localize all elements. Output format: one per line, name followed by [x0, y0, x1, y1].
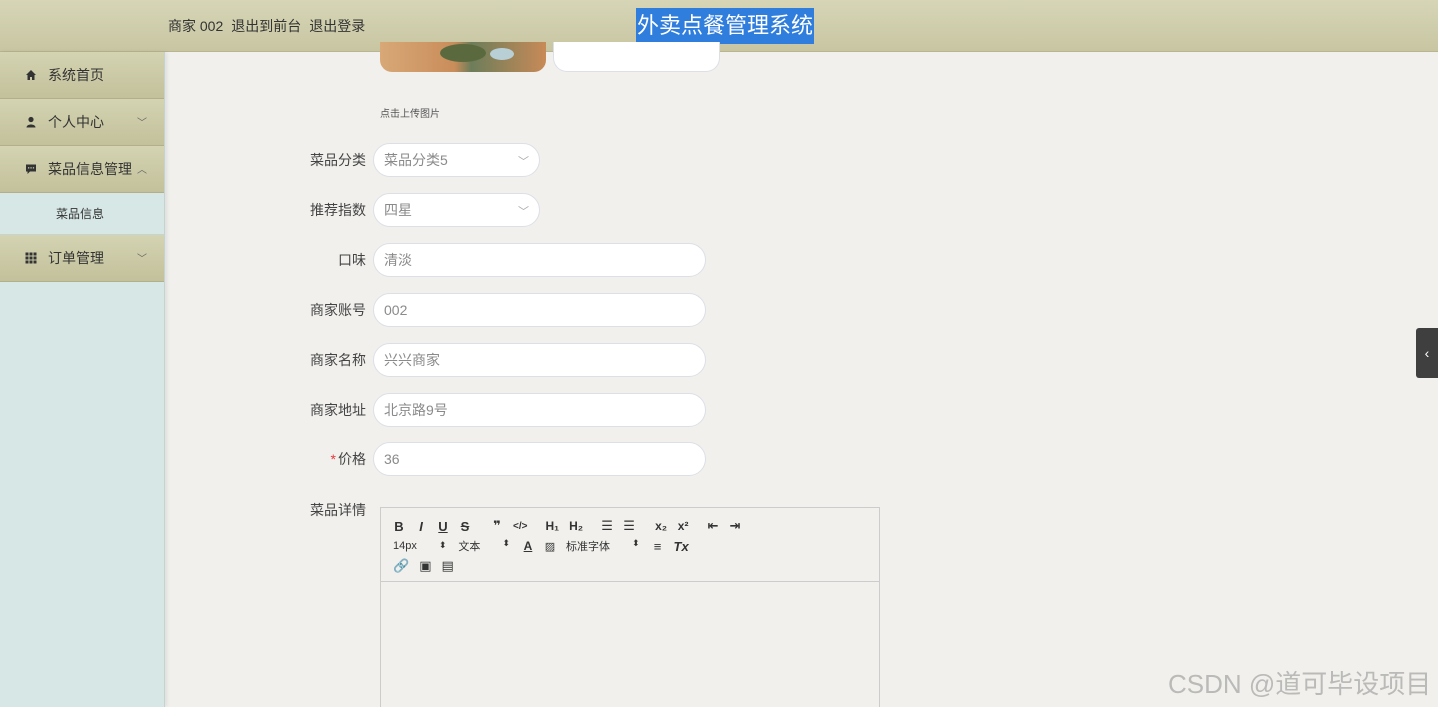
background-color-icon[interactable]: ▨: [544, 540, 556, 553]
underline-icon[interactable]: U: [437, 519, 449, 534]
font-color-icon[interactable]: A: [522, 539, 534, 553]
top-field-partial[interactable]: [553, 42, 720, 72]
image-icon[interactable]: ▣: [419, 558, 431, 574]
app-title: 外卖点餐管理系统: [636, 8, 815, 44]
updown-icon: ⬍: [631, 538, 640, 548]
sidebar-item-profile[interactable]: 个人中心 ﹀: [0, 99, 164, 146]
price-input[interactable]: 36: [373, 442, 706, 476]
account-label: 商家账号: [310, 302, 366, 318]
font-size-select[interactable]: 14px ⬍: [393, 540, 446, 552]
price-row: * 价格 36: [166, 442, 706, 476]
heading2-icon[interactable]: H₂: [569, 519, 583, 533]
account-input[interactable]: 002: [373, 293, 706, 327]
sidebar-item-label: 订单管理: [48, 250, 104, 266]
align-icon[interactable]: ≡: [652, 539, 664, 554]
price-label-text: 价格: [338, 451, 366, 467]
sidebar-item-orders[interactable]: 订单管理 ﹀: [0, 235, 164, 282]
blockquote-icon[interactable]: ❞: [491, 518, 503, 534]
merchant-name-row: 商家名称 兴兴商家: [166, 343, 706, 377]
home-icon: [24, 68, 38, 82]
header-links: 商家 002 退出到前台 退出登录: [168, 16, 365, 36]
updown-icon: ⬍: [502, 538, 510, 548]
address-row: 商家地址 北京路9号: [166, 393, 706, 427]
ordered-list-icon[interactable]: ☰: [601, 518, 613, 534]
sidebar: 系统首页 个人中心 ﹀ 菜品信息管理 ︿ 菜品信息 订单管理 ﹀: [0, 52, 165, 707]
chevron-left-icon: ‹: [1424, 345, 1430, 361]
account-row: 商家账号 002: [166, 293, 706, 327]
chevron-up-icon: ︿: [137, 165, 147, 176]
font-size-value: 14px: [393, 540, 417, 552]
indent-icon[interactable]: ⇥: [729, 518, 741, 534]
watermark: CSDN @道可毕设项目: [1168, 669, 1432, 699]
user-icon: [24, 115, 38, 129]
address-input[interactable]: 北京路9号: [373, 393, 706, 427]
font-family-value: 标准字体: [565, 541, 610, 553]
toolbar-row-3: 🔗 ▣ ▤: [393, 556, 867, 576]
category-label: 菜品分类: [310, 152, 366, 168]
detail-label: 菜品详情: [310, 502, 366, 518]
required-mark: *: [330, 451, 336, 467]
merchant-name-input[interactable]: 兴兴商家: [373, 343, 706, 377]
merchant-name-label: 商家名称: [310, 352, 366, 368]
heading1-icon[interactable]: H₁: [545, 519, 559, 533]
collapse-panel-button[interactable]: ‹: [1416, 328, 1438, 378]
clear-format-icon[interactable]: Tx: [674, 539, 689, 554]
bullet-list-icon[interactable]: ☰: [623, 518, 635, 534]
sidebar-item-dish-management[interactable]: 菜品信息管理 ︿: [0, 146, 164, 193]
toolbar-row-2: 14px ⬍ 文本 ⬍ A ▨ 标准字体 ⬍ ≡ Tx: [393, 536, 867, 556]
chevron-down-icon: ﹀: [518, 156, 529, 168]
category-row: 菜品分类 菜品分类5 ﹀: [166, 143, 540, 177]
sidebar-subitem-dish-info[interactable]: 菜品信息: [0, 193, 164, 235]
editor-toolbar: B I U S ❞ </> H₁ H₂ ☰ ☰ x₂ x² ⇤ ⇥ 14px ⬍ …: [381, 508, 879, 582]
video-icon[interactable]: ▤: [441, 558, 453, 574]
toolbar-row-1: B I U S ❞ </> H₁ H₂ ☰ ☰ x₂ x² ⇤ ⇥: [393, 516, 867, 536]
sidebar-item-label: 菜品信息管理: [48, 161, 132, 177]
address-label: 商家地址: [310, 402, 366, 418]
block-type-select[interactable]: 文本 ⬍: [458, 538, 510, 554]
block-type-value: 文本: [458, 541, 481, 553]
sidebar-item-home[interactable]: 系统首页: [0, 52, 164, 99]
category-select[interactable]: 菜品分类5 ﹀: [373, 143, 540, 177]
chevron-down-icon: ﹀: [518, 206, 529, 218]
sidebar-item-label: 个人中心: [48, 114, 104, 130]
editor-content-area[interactable]: [381, 582, 879, 707]
merchant-label: 商家 002: [168, 18, 224, 34]
price-label: * 价格: [166, 449, 373, 469]
strikethrough-icon[interactable]: S: [459, 519, 471, 534]
taste-input[interactable]: 清淡: [373, 243, 706, 277]
chevron-down-icon: ﹀: [137, 254, 147, 265]
italic-icon[interactable]: I: [415, 519, 427, 534]
grid-icon: [24, 251, 38, 265]
rating-row: 推荐指数 四星 ﹀: [166, 193, 540, 227]
taste-label: 口味: [338, 252, 366, 268]
category-value: 菜品分类5: [384, 152, 448, 168]
taste-row: 口味 清淡: [166, 243, 706, 277]
dish-form: 点击上传图片 菜品分类 菜品分类5 ﹀ 推荐指数 四星 ﹀ 口味 清淡 商家账号…: [166, 42, 1438, 707]
updown-icon: ⬍: [438, 540, 447, 550]
superscript-icon[interactable]: x²: [677, 519, 689, 533]
chevron-down-icon: ﹀: [137, 118, 147, 129]
rating-label: 推荐指数: [310, 202, 366, 218]
link-icon[interactable]: 🔗: [393, 558, 409, 574]
cup-shape: [490, 48, 514, 60]
bold-icon[interactable]: B: [393, 519, 405, 534]
subscript-icon[interactable]: x₂: [655, 519, 667, 533]
code-icon[interactable]: </>: [513, 521, 527, 532]
rating-select[interactable]: 四星 ﹀: [373, 193, 540, 227]
upload-tip[interactable]: 点击上传图片: [380, 105, 440, 120]
sidebar-item-label: 系统首页: [48, 67, 104, 83]
rich-text-editor: B I U S ❞ </> H₁ H₂ ☰ ☰ x₂ x² ⇤ ⇥ 14px ⬍ …: [380, 507, 880, 707]
font-family-select[interactable]: 标准字体 ⬍: [566, 538, 640, 554]
chat-icon: [24, 162, 38, 176]
dish-image-preview[interactable]: [380, 42, 546, 72]
exit-to-front-link[interactable]: 退出到前台: [231, 16, 301, 36]
plate-shape: [440, 44, 486, 62]
logout-link[interactable]: 退出登录: [309, 16, 365, 36]
outdent-icon[interactable]: ⇤: [707, 518, 719, 534]
rating-value: 四星: [384, 202, 412, 218]
